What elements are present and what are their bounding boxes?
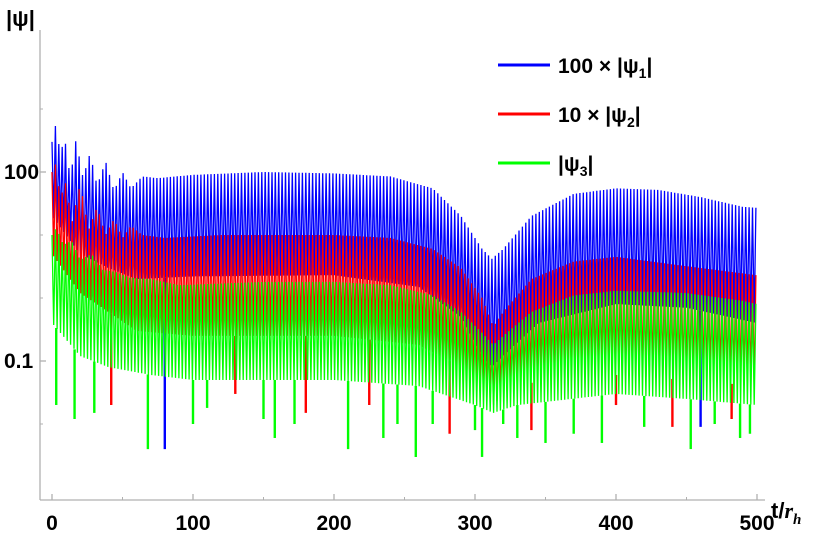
legend-label-psi3-sub: 3 [580, 163, 588, 179]
legend-label-psi3-end: | [588, 153, 594, 176]
y-axis-label: |ψ| [6, 6, 35, 31]
y-tick-label: 0.1 [4, 350, 34, 373]
legend-label-psi1-sub: 1 [639, 65, 647, 81]
x-axis-label-main: t/ [771, 498, 784, 523]
x-tick-label: 400 [598, 512, 633, 535]
x-tick-label: 100 [175, 512, 210, 535]
legend-label-psi1-end: | [646, 55, 652, 78]
legend-label-psi2-main: 10 × |ψ [558, 104, 627, 127]
legend-item-psi3: |ψ3| [498, 153, 593, 179]
legend-label-psi2: 10 × |ψ2| [558, 104, 641, 130]
legend-label-psi3: |ψ3| [558, 153, 593, 179]
x-tick-label: 500 [739, 512, 774, 535]
legend-label-psi2-end: | [635, 104, 641, 127]
legend: 100 × |ψ1| 10 × |ψ2| |ψ3| [498, 55, 652, 179]
chart: 0 100 200 300 400 5001000.1 |ψ| t/rh 100 × |ψ… [4, 6, 801, 535]
y-tick-label: 100 [4, 161, 39, 184]
legend-label-psi1: 100 × |ψ1| [558, 55, 652, 81]
legend-item-psi2: 10 × |ψ2| [498, 104, 641, 130]
x-axis-label-sub: h [793, 512, 801, 528]
x-tick-label: 200 [316, 512, 351, 535]
series-layer [51, 125, 757, 457]
x-tick-label: 0 [46, 512, 58, 535]
x-axis-label: t/rh [771, 498, 801, 528]
legend-label-psi3-main: |ψ [558, 153, 580, 176]
legend-label-psi1-main: 100 × |ψ [558, 55, 639, 78]
y-axis-label-text: |ψ| [6, 6, 35, 31]
x-tick-label: 300 [457, 512, 492, 535]
legend-item-psi1: 100 × |ψ1| [498, 55, 652, 81]
legend-label-psi2-sub: 2 [627, 114, 635, 130]
